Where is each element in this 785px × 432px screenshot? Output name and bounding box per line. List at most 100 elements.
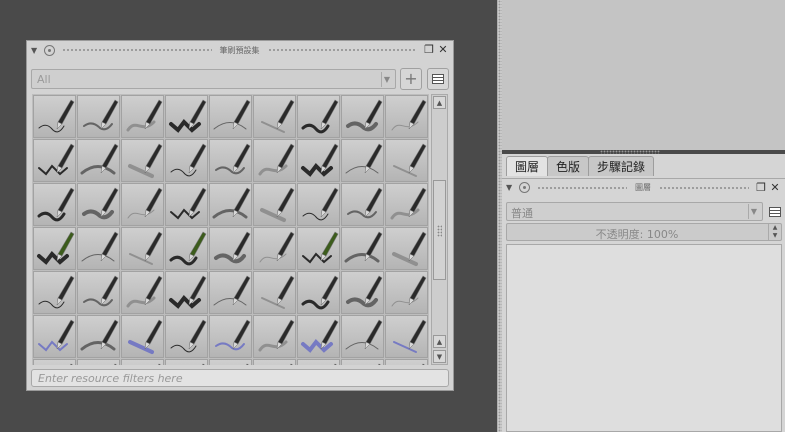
lock-icon[interactable] — [519, 182, 530, 193]
scroll-up-icon[interactable]: ▲ — [433, 335, 446, 348]
preset-item[interactable] — [341, 183, 384, 226]
preset-item[interactable] — [209, 95, 252, 138]
preset-item[interactable] — [77, 183, 120, 226]
preset-item[interactable] — [77, 359, 120, 365]
preset-item[interactable] — [297, 183, 340, 226]
float-icon[interactable]: ❐ — [755, 181, 767, 194]
layer-options-button[interactable] — [766, 202, 784, 221]
preset-item[interactable] — [253, 139, 296, 182]
drag-grip[interactable] — [267, 48, 417, 52]
combo-arrow-icon[interactable]: ▼ — [748, 204, 759, 219]
preset-item[interactable] — [209, 139, 252, 182]
collapse-arrow-icon[interactable]: ▼ — [31, 46, 41, 55]
preset-item[interactable] — [297, 227, 340, 270]
combo-arrow-icon[interactable]: ▼ — [381, 72, 392, 87]
add-tag-button[interactable]: + — [400, 68, 422, 90]
preset-item[interactable] — [341, 315, 384, 358]
brush-preset-icon — [261, 275, 295, 309]
preset-item[interactable] — [341, 227, 384, 270]
tab-layers[interactable]: 圖層 — [506, 156, 549, 176]
preset-item[interactable] — [297, 315, 340, 358]
lock-icon[interactable] — [44, 44, 55, 56]
preset-item[interactable] — [77, 315, 120, 358]
drag-grip[interactable] — [659, 185, 749, 190]
preset-item[interactable] — [253, 271, 296, 314]
preset-item[interactable] — [77, 227, 120, 270]
close-icon[interactable]: ✕ — [437, 44, 449, 56]
preset-scrollbar[interactable]: ▲ ▲ ▼ — [431, 94, 448, 365]
blend-mode-combo[interactable]: 普通 ▼ — [506, 202, 763, 221]
preset-item[interactable] — [297, 139, 340, 182]
tab-channels[interactable]: 色版 — [547, 156, 590, 176]
preset-item[interactable] — [385, 359, 428, 365]
preset-item[interactable] — [341, 271, 384, 314]
float-icon[interactable]: ❐ — [423, 44, 435, 56]
docker-titlebar[interactable]: ▼ 筆刷預設集 ❐ ✕ — [27, 41, 453, 59]
preset-item[interactable] — [209, 271, 252, 314]
close-icon[interactable]: ✕ — [769, 181, 781, 194]
preset-item[interactable] — [121, 315, 164, 358]
preset-item[interactable] — [77, 95, 120, 138]
preset-item[interactable] — [385, 183, 428, 226]
preset-item[interactable] — [121, 95, 164, 138]
opacity-spinner[interactable]: ▲ ▼ — [768, 224, 781, 240]
preset-item[interactable] — [165, 271, 208, 314]
preset-item[interactable] — [253, 183, 296, 226]
preset-item[interactable] — [253, 227, 296, 270]
preset-item[interactable] — [297, 359, 340, 365]
preset-item[interactable] — [33, 359, 76, 365]
preset-item[interactable] — [209, 315, 252, 358]
preset-item[interactable] — [385, 139, 428, 182]
resource-filter-input[interactable]: Enter resource filters here — [31, 369, 449, 387]
scrollbar-thumb[interactable] — [433, 180, 446, 280]
preset-item[interactable] — [33, 183, 76, 226]
preset-item[interactable] — [341, 95, 384, 138]
preset-item[interactable] — [253, 95, 296, 138]
preset-item[interactable] — [209, 227, 252, 270]
preset-item[interactable] — [121, 227, 164, 270]
preset-item[interactable] — [33, 95, 76, 138]
scroll-up-icon[interactable]: ▲ — [433, 96, 446, 109]
preset-item[interactable] — [77, 139, 120, 182]
preset-item[interactable] — [297, 95, 340, 138]
preset-item[interactable] — [385, 95, 428, 138]
preset-item[interactable] — [121, 271, 164, 314]
opacity-slider[interactable]: 不透明度: 100% ▲ ▼ — [506, 223, 782, 241]
preset-item[interactable] — [209, 359, 252, 365]
preset-item[interactable] — [297, 271, 340, 314]
preset-item[interactable] — [385, 227, 428, 270]
tag-filter-combo[interactable]: All ▼ — [31, 69, 396, 89]
preset-item[interactable] — [165, 139, 208, 182]
preset-item[interactable] — [165, 359, 208, 365]
collapse-arrow-icon[interactable]: ▼ — [506, 183, 516, 192]
preset-item[interactable] — [341, 139, 384, 182]
preset-item[interactable] — [209, 183, 252, 226]
preset-item[interactable] — [33, 271, 76, 314]
preset-item[interactable] — [165, 227, 208, 270]
brush-preset-icon — [301, 319, 339, 353]
preset-item[interactable] — [121, 139, 164, 182]
preset-item[interactable] — [253, 359, 296, 365]
blend-mode-value: 普通 — [511, 207, 533, 220]
preset-item[interactable] — [385, 315, 428, 358]
preset-item[interactable] — [165, 315, 208, 358]
preset-item[interactable] — [33, 227, 76, 270]
preset-item[interactable] — [33, 139, 76, 182]
preset-item[interactable] — [121, 359, 164, 365]
preset-item[interactable] — [341, 359, 384, 365]
scroll-down-icon[interactable]: ▼ — [433, 350, 446, 363]
drag-grip[interactable] — [62, 48, 212, 52]
view-mode-button[interactable] — [427, 68, 449, 90]
preset-item[interactable] — [165, 95, 208, 138]
tab-history[interactable]: 步驟記錄 — [588, 156, 655, 176]
preset-item[interactable] — [165, 183, 208, 226]
brush-preset-icon — [345, 319, 383, 350]
drag-grip[interactable] — [537, 185, 627, 190]
preset-item[interactable] — [253, 315, 296, 358]
preset-item[interactable] — [33, 315, 76, 358]
layers-titlebar[interactable]: ▼ 圖層 ❐ ✕ — [502, 178, 785, 196]
preset-item[interactable] — [77, 271, 120, 314]
preset-item[interactable] — [121, 183, 164, 226]
layer-list[interactable] — [506, 244, 782, 432]
preset-item[interactable] — [385, 271, 428, 314]
